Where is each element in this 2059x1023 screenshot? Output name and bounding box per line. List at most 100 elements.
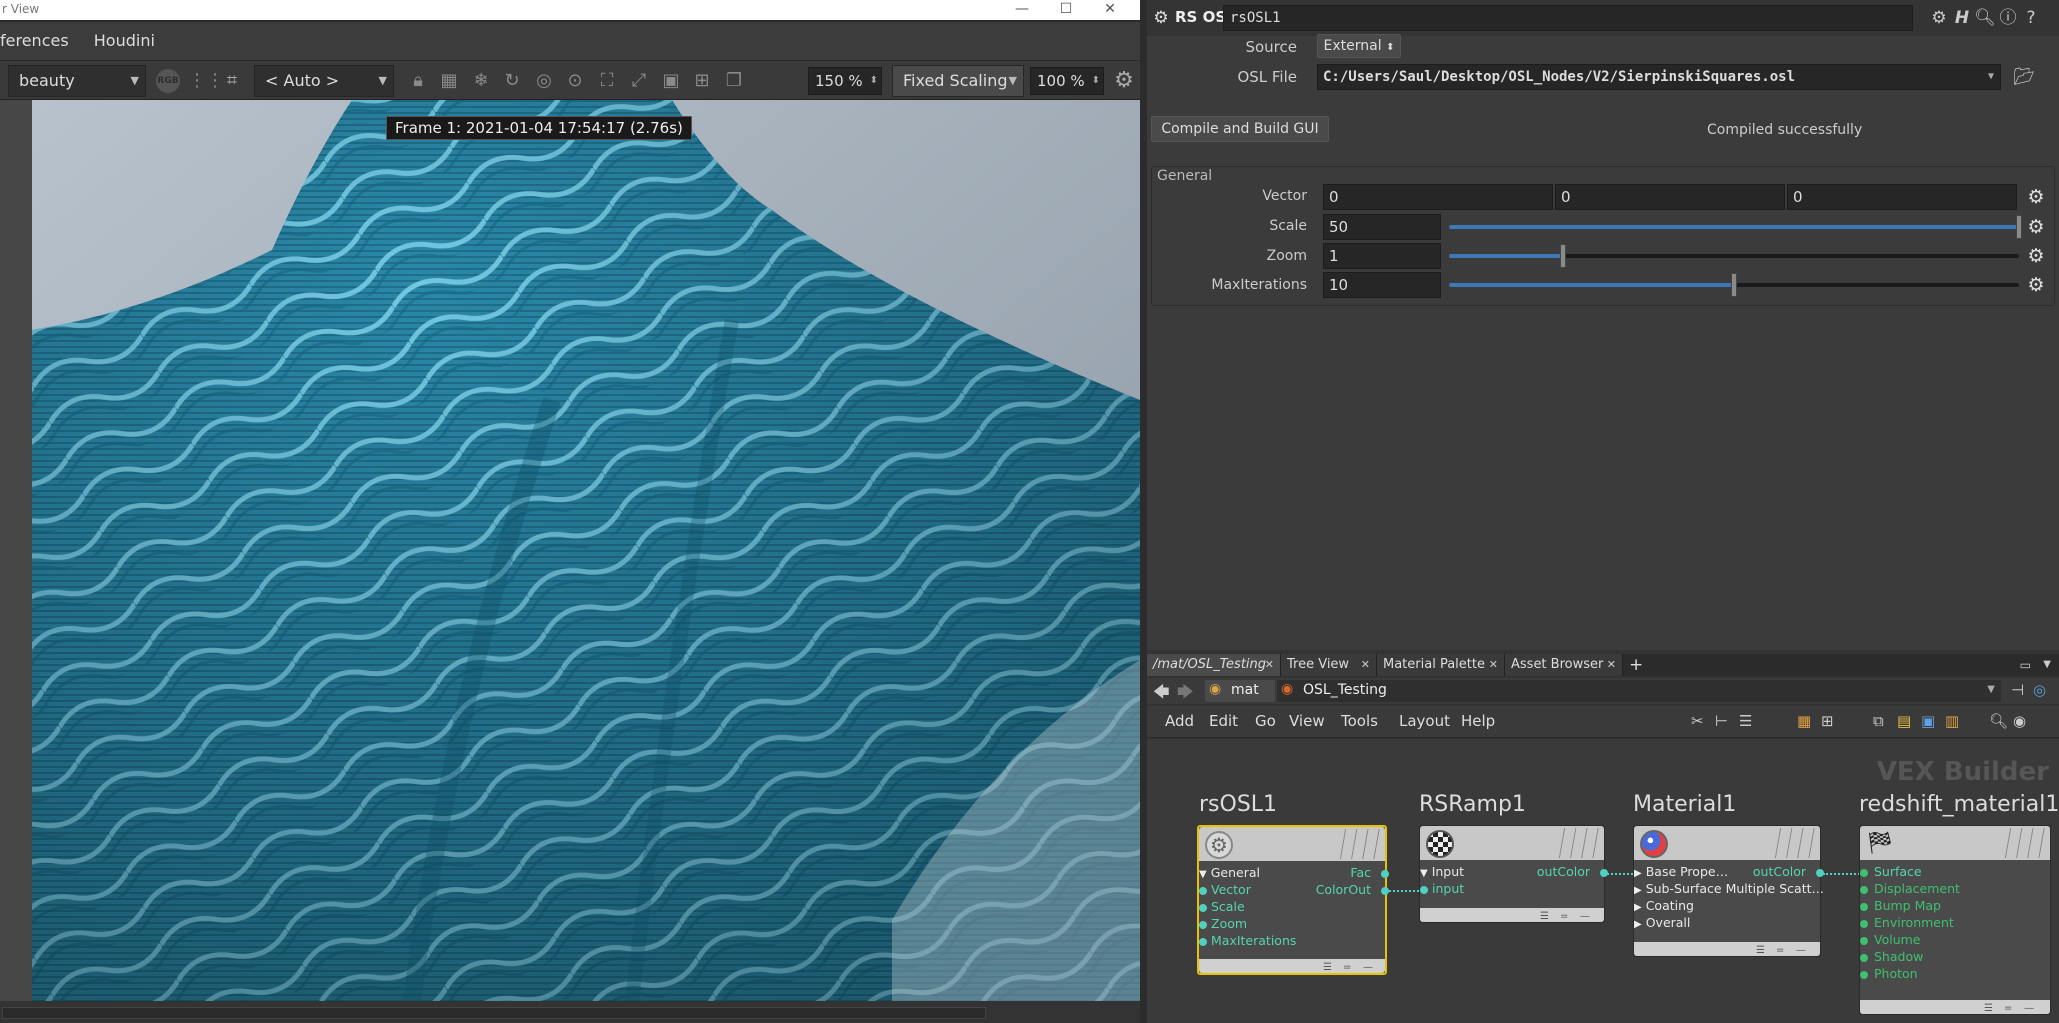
chevron-down-icon[interactable]: ▼: [2043, 654, 2051, 676]
port-displacement[interactable]: Displacement: [1874, 881, 1960, 896]
port-bump-map[interactable]: Bump Map: [1874, 898, 1941, 913]
wire-material-surface[interactable]: [1823, 873, 1863, 875]
vector-y-field[interactable]: 0: [1555, 184, 1785, 210]
close-icon[interactable]: ✕: [1607, 654, 1616, 676]
expand-triangle-icon[interactable]: ▶: [1634, 919, 1642, 930]
render-image[interactable]: [32, 100, 1140, 1001]
node-flags[interactable]: [1554, 828, 1600, 858]
menu-edit[interactable]: Edit: [1209, 712, 1238, 730]
zoom-field[interactable]: 150 % ⬍: [808, 67, 882, 95]
port-scale[interactable]: Scale: [1211, 899, 1245, 914]
file-chooser-icon[interactable]: 📂︎: [2013, 66, 2035, 88]
source-dropdown[interactable]: External ⬍: [1317, 34, 1401, 58]
menu-layout[interactable]: Layout: [1399, 712, 1450, 730]
refresh-icon[interactable]: ↻: [500, 69, 524, 93]
zoom-param-field[interactable]: 1: [1323, 243, 1441, 269]
input-dot[interactable]: [1860, 886, 1868, 894]
tab-asset-browser[interactable]: Asset Browser ✕: [1505, 654, 1623, 676]
camera-dropdown[interactable]: < Auto > ▼: [254, 65, 394, 97]
node-menu-icon[interactable]: ☰: [1756, 945, 1765, 956]
grid-icon[interactable]: ⋮⋮: [188, 69, 224, 93]
gear-icon[interactable]: ⚙: [2025, 186, 2047, 208]
path-mat[interactable]: ◉ mat: [1205, 680, 1275, 702]
port-volume[interactable]: Volume: [1874, 932, 1921, 947]
node-redshift-material1[interactable]: 🏁︎ ☰ = — Surface Displacement Bump Map Env…: [1859, 825, 2051, 1015]
add-tab-icon[interactable]: +: [1629, 654, 1643, 676]
node-flags[interactable]: [1335, 829, 1381, 859]
chevron-down-icon[interactable]: ▼: [1988, 65, 1994, 89]
wrench-icon[interactable]: ✂: [1691, 712, 1704, 730]
scale-slider[interactable]: [1449, 215, 2022, 239]
menu-tools[interactable]: Tools: [1341, 712, 1378, 730]
port-maxiterations[interactable]: MaxIterations: [1211, 933, 1296, 948]
port-zoom[interactable]: Zoom: [1211, 916, 1247, 931]
node-menu-icon[interactable]: —: [1363, 962, 1373, 973]
port-outcolor[interactable]: outColor: [1537, 864, 1590, 879]
copy-icon[interactable]: ❐: [722, 69, 746, 93]
tree-icon[interactable]: ⊢: [1715, 712, 1728, 730]
vector-z-field[interactable]: 0: [1787, 184, 2017, 210]
osl-file-field[interactable]: C:/Users/Saul/Desktop/OSL_Nodes/V2/Sierp…: [1317, 64, 2001, 90]
output-dot[interactable]: [1381, 870, 1389, 878]
spinner-icon[interactable]: ⬍: [1092, 68, 1100, 94]
close-icon[interactable]: ✕: [1265, 654, 1274, 676]
help-icon[interactable]: ?: [2020, 7, 2042, 29]
input-dot[interactable]: [1199, 938, 1207, 946]
gear-icon[interactable]: ⚙: [2025, 245, 2047, 267]
port-general[interactable]: ▼ General: [1199, 865, 1260, 880]
input-dot[interactable]: [1199, 887, 1207, 895]
path-osl-testing[interactable]: ◉ OSL_Testing ▼: [1277, 680, 2001, 702]
lock-icon[interactable]: 🔒︎: [406, 69, 430, 93]
zoom-slider[interactable]: [1449, 244, 2019, 268]
port-input[interactable]: input: [1432, 881, 1464, 896]
eye-icon[interactable]: ◉: [2013, 712, 2026, 730]
node-menu-icon[interactable]: ☰: [1984, 1003, 1993, 1014]
rgb-icon[interactable]: RGB: [156, 69, 180, 93]
gear-icon[interactable]: ⚙: [1928, 7, 1950, 29]
port-base-properties[interactable]: ▶ Base Prope…: [1634, 864, 1728, 879]
input-dot[interactable]: [1420, 886, 1428, 894]
port-photon[interactable]: Photon: [1874, 966, 1918, 981]
expand-triangle-icon[interactable]: ▶: [1634, 902, 1642, 913]
target-icon[interactable]: ◎: [532, 69, 556, 93]
port-vector[interactable]: Vector: [1211, 882, 1251, 897]
port-surface[interactable]: Surface: [1874, 864, 1922, 879]
network-canvas[interactable]: VEX Builder rsOSL1 ⚙ ☰ = — ▼ General Vector…: [1147, 739, 2059, 1023]
spinner-icon[interactable]: ⬍: [870, 68, 878, 94]
node-rsosl1[interactable]: ⚙ ☰ = — ▼ General Vector Scale Zoom MaxIter…: [1197, 825, 1389, 975]
maxiterations-slider[interactable]: [1449, 273, 2019, 297]
port-outcolor[interactable]: outColor: [1752, 864, 1806, 879]
maximize-button[interactable]: ☐: [1044, 0, 1088, 18]
port-overall[interactable]: ▶ Overall: [1634, 915, 1690, 930]
tab-material-palette[interactable]: Material Palette ✕: [1377, 654, 1505, 676]
tab-osl-testing[interactable]: /mat/OSL_Testing ✕: [1147, 654, 1281, 676]
input-dot[interactable]: [1860, 920, 1868, 928]
port-fac[interactable]: Fac: [1350, 865, 1371, 880]
expand-triangle-icon[interactable]: ▼: [1420, 868, 1428, 879]
port-coating[interactable]: ▶ Coating: [1634, 898, 1694, 913]
input-dot[interactable]: [1199, 921, 1207, 929]
pin-icon[interactable]: ⊣: [2011, 681, 2024, 699]
expand-triangle-icon[interactable]: ▶: [1634, 885, 1642, 896]
aov-dropdown[interactable]: beauty ▼: [8, 65, 146, 97]
node-flags[interactable]: [1770, 828, 1816, 858]
expand-triangle-icon[interactable]: ▶: [1634, 868, 1642, 879]
scale-field[interactable]: 100 % ⬍: [1030, 67, 1104, 95]
port-input-group[interactable]: ▼ Input: [1420, 864, 1464, 879]
node-menu-icon[interactable]: =: [1343, 962, 1351, 973]
input-dot[interactable]: [1860, 971, 1868, 979]
node-menu-icon[interactable]: —: [1580, 911, 1590, 922]
layout-grid-icon[interactable]: ⊞: [1821, 712, 1834, 730]
close-icon[interactable]: ✕: [1361, 654, 1370, 676]
focus-icon[interactable]: ⊙: [563, 69, 587, 93]
gear-icon[interactable]: ⚙: [2025, 274, 2047, 296]
scale-field[interactable]: 50: [1323, 214, 1441, 240]
menu-view[interactable]: View: [1289, 712, 1325, 730]
list-icon[interactable]: ☰: [1739, 712, 1752, 730]
crop-icon[interactable]: ⌗: [220, 69, 244, 93]
sticky-note-icon[interactable]: ▤: [1897, 712, 1911, 730]
node-material1[interactable]: ☰ = — ▶ Base Prope… ▶ Sub-Surface Multiple S…: [1633, 825, 1824, 957]
input-dot[interactable]: [1860, 869, 1868, 877]
info-icon[interactable]: ⓘ: [1997, 7, 2019, 29]
port-shadow[interactable]: Shadow: [1874, 949, 1923, 964]
